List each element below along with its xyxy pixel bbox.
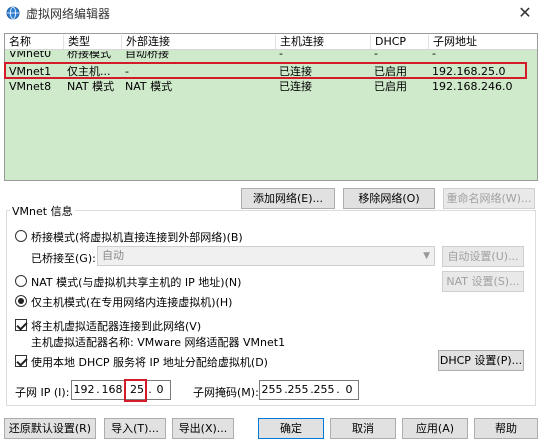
subnet-ip-input[interactable]: 192 . 168 . 25 . 0	[71, 380, 171, 400]
row-subnet: -	[432, 51, 436, 59]
host-only-label[interactable]: 仅主机模式(在专用网络内连接虚拟机)(H)	[31, 294, 232, 310]
window-title: 虚拟网络编辑器	[26, 7, 111, 21]
use-dhcp-label[interactable]: 使用本地 DHCP 服务将 IP 地址分配给虚拟机(D)	[31, 354, 268, 370]
subnet-ip-octet-2[interactable]: 168	[101, 383, 123, 396]
subnet-mask-octet-4[interactable]: 0	[338, 383, 360, 396]
row-dhcp: 已启用	[374, 80, 407, 93]
cancel-button[interactable]: 取消	[330, 418, 396, 439]
row-dhcp: -	[374, 51, 378, 59]
row-name: VMnet0	[9, 51, 52, 59]
column-header-external[interactable]: 外部连接	[121, 35, 275, 49]
column-header-host[interactable]: 主机连接	[275, 35, 370, 49]
selected-row-highlight	[4, 62, 527, 79]
bridged-to-select[interactable]: 自动 ▼	[97, 246, 435, 266]
subnet-ip-octet-4[interactable]: 0	[149, 383, 171, 396]
nat-mode-label[interactable]: NAT 模式(与虚拟机共享主机的 IP 地址)(N)	[31, 274, 241, 290]
row-name: VMnet8	[9, 80, 52, 93]
table-row[interactable]: VMnet0 桥接模式 自动桥接 - - -	[5, 51, 537, 59]
chevron-down-icon: ▼	[423, 251, 430, 261]
subnet-mask-label: 子网掩码(M):	[193, 386, 259, 399]
row-host: 已连接	[279, 80, 312, 93]
bridge-mode-label[interactable]: 桥接模式(将虚拟机直接连接到外部网络)(B)	[31, 229, 243, 245]
row-external: 自动桥接	[125, 51, 169, 59]
row-external: NAT 模式	[125, 80, 173, 93]
export-button[interactable]: 导出(X)...	[172, 418, 234, 439]
apply-button[interactable]: 应用(A)	[402, 418, 468, 439]
ip-octet-highlight	[124, 379, 147, 402]
help-button[interactable]: 帮助	[474, 418, 538, 439]
auto-settings-button[interactable]: 自动设置(U)...	[442, 246, 524, 267]
close-button[interactable]: ✕	[512, 2, 538, 24]
host-only-radio[interactable]	[15, 295, 27, 307]
connect-adapter-label[interactable]: 将主机虚拟适配器连接到此网络(V)	[31, 318, 201, 334]
column-header-type[interactable]: 类型	[63, 35, 121, 49]
bridged-to-value: 自动	[102, 249, 124, 262]
network-table: 名称 类型 外部连接 主机连接 DHCP 子网地址 VMnet0 桥接模式 自动…	[4, 33, 538, 181]
nat-mode-radio[interactable]	[15, 275, 27, 287]
row-subnet: 192.168.246.0	[432, 80, 513, 93]
use-dhcp-checkbox[interactable]	[15, 355, 27, 367]
row-host: -	[279, 51, 283, 59]
nat-settings-button[interactable]: NAT 设置(S)...	[442, 271, 524, 292]
column-header-name[interactable]: 名称	[5, 35, 63, 49]
connect-adapter-checkbox[interactable]	[15, 319, 27, 331]
restore-defaults-button[interactable]: 还原默认设置(R)	[4, 418, 96, 439]
add-network-button[interactable]: 添加网络(E)...	[241, 188, 335, 209]
subnet-mask-input[interactable]: 255 . 255 . 255 . 0	[259, 380, 359, 400]
import-button[interactable]: 导入(T)...	[104, 418, 166, 439]
subnet-ip-label: 子网 IP (I):	[15, 386, 70, 399]
subnet-mask-octet-1[interactable]: 255	[261, 383, 283, 396]
row-type: NAT 模式	[67, 80, 115, 93]
subnet-ip-octet-1[interactable]: 192	[73, 383, 95, 396]
column-header-subnet[interactable]: 子网地址	[428, 35, 537, 49]
remove-network-button[interactable]: 移除网络(O)	[343, 188, 435, 209]
column-header-dhcp[interactable]: DHCP	[370, 35, 428, 49]
ok-button[interactable]: 确定	[258, 418, 324, 439]
adapter-name-text: 主机虚拟适配器名称: VMware 网络适配器 VMnet1	[31, 336, 286, 349]
dhcp-settings-button[interactable]: DHCP 设置(P)...	[438, 350, 524, 371]
vmnet-info-legend: VMnet 信息	[10, 203, 75, 219]
subnet-mask-octet-3[interactable]: 255	[313, 383, 335, 396]
network-globe-icon	[6, 6, 20, 20]
table-row[interactable]: VMnet8 NAT 模式 NAT 模式 已连接 已启用 192.168.246…	[5, 79, 537, 94]
table-header: 名称 类型 外部连接 主机连接 DHCP 子网地址	[5, 34, 537, 50]
bridged-to-label: 已桥接至(G):	[31, 252, 96, 265]
rename-network-button[interactable]: 重命名网络(W)...	[443, 188, 535, 209]
bridge-mode-radio[interactable]	[15, 230, 27, 242]
subnet-mask-octet-2[interactable]: 255	[287, 383, 309, 396]
row-type: 桥接模式	[67, 51, 111, 59]
